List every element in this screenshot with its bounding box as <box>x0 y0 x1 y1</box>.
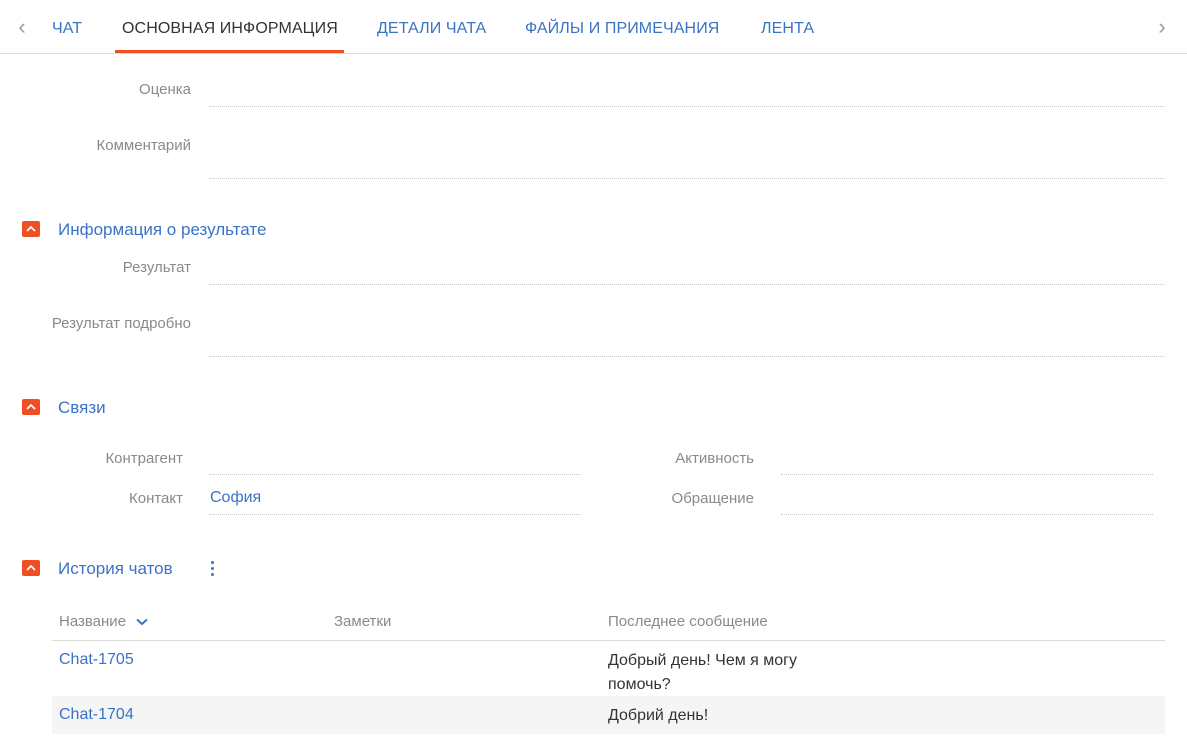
chevron-right-icon[interactable]: › <box>1152 16 1172 38</box>
result-section-title[interactable]: Информация о результате <box>58 220 266 240</box>
collapse-history-section-button[interactable] <box>22 560 40 576</box>
comment-field[interactable] <box>209 178 1165 179</box>
column-header-last-message[interactable]: Последнее сообщение <box>608 613 768 630</box>
activity-label: Активность <box>675 450 754 467</box>
chevron-left-icon[interactable]: ‹ <box>12 16 32 38</box>
chat-name-link[interactable]: Chat-1704 <box>59 706 134 724</box>
tab-chat-details[interactable]: Детали чата <box>377 20 486 38</box>
chat-name-link[interactable]: Chat-1705 <box>59 651 134 669</box>
rating-field[interactable] <box>209 106 1165 107</box>
case-field[interactable] <box>781 514 1153 515</box>
column-header-name[interactable]: Название <box>59 613 148 630</box>
history-section-title[interactable]: История чатов <box>58 559 173 579</box>
activity-field[interactable] <box>781 474 1153 475</box>
column-header-name-label: Название <box>59 613 127 630</box>
tab-files-notes[interactable]: Файлы и примечания <box>525 20 719 38</box>
tab-feed[interactable]: Лента <box>761 20 814 38</box>
column-header-notes[interactable]: Заметки <box>334 613 391 630</box>
last-message-cell: Добрий день! <box>608 707 709 724</box>
chevron-up-icon <box>26 403 36 410</box>
result-field[interactable] <box>209 284 1165 285</box>
active-tab-indicator <box>115 50 344 53</box>
table-row[interactable]: Chat-1705 Добрый день! Чем я могу помочь… <box>52 641 1165 696</box>
account-field[interactable] <box>209 474 581 475</box>
result-detail-field[interactable] <box>209 356 1165 357</box>
rating-label: Оценка <box>139 81 191 98</box>
more-options-icon[interactable] <box>208 559 218 579</box>
contact-label: Контакт <box>128 490 183 507</box>
sort-descending-icon <box>136 618 148 626</box>
links-section-title[interactable]: Связи <box>58 398 106 418</box>
comment-label: Комментарий <box>96 137 191 154</box>
collapse-links-section-button[interactable] <box>22 399 40 415</box>
contact-field[interactable] <box>209 514 581 515</box>
case-label: Обращение <box>671 490 754 507</box>
tab-bar: ‹ Чат Основная информация Детали чата Фа… <box>0 0 1187 54</box>
tab-main-info[interactable]: Основная информация <box>122 20 338 38</box>
tab-chat[interactable]: Чат <box>52 20 82 38</box>
chevron-up-icon <box>26 564 36 571</box>
chevron-up-icon <box>26 225 36 232</box>
collapse-result-section-button[interactable] <box>22 221 40 237</box>
result-label: Результат <box>122 259 191 276</box>
contact-value-link[interactable]: София <box>210 489 261 507</box>
last-message-cell: Добрый день! Чем я могу помочь? <box>608 652 798 693</box>
account-label: Контрагент <box>105 450 183 467</box>
result-detail-label: Результат подробно <box>51 315 191 332</box>
table-row[interactable]: Chat-1704 Добрий день! <box>52 696 1165 734</box>
